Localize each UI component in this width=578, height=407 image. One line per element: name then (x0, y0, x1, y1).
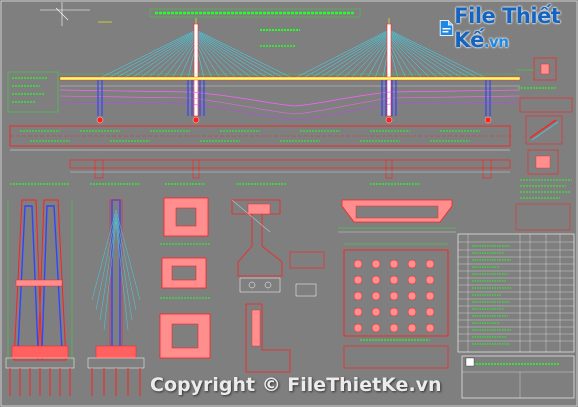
deck-plan (9, 125, 511, 179)
bridge-deck (59, 76, 521, 81)
pylon-cross-sections (159, 183, 211, 359)
pier-cap-detail (231, 183, 325, 373)
right-details (515, 57, 573, 231)
pylon-right (386, 23, 392, 117)
bridge-drawing-canvas (0, 0, 578, 407)
copyright-watermark: Copyright © FileThietKe.vn (150, 374, 442, 396)
river-bed-profile (59, 89, 521, 107)
pylon-left (193, 23, 199, 117)
pile-cap-plan (343, 243, 449, 369)
logo-text: File Thiết Kế.vn (454, 4, 561, 52)
pylon-elevation-front (5, 183, 75, 396)
compass-icon (40, 2, 90, 26)
pier-foundations (97, 80, 491, 116)
site-logo: File Thiết Kế.vn (438, 4, 578, 52)
file-icon (439, 20, 454, 36)
quantity-table (457, 233, 575, 399)
box-girder-section (338, 183, 456, 233)
pylon-elevation-side (87, 183, 145, 396)
